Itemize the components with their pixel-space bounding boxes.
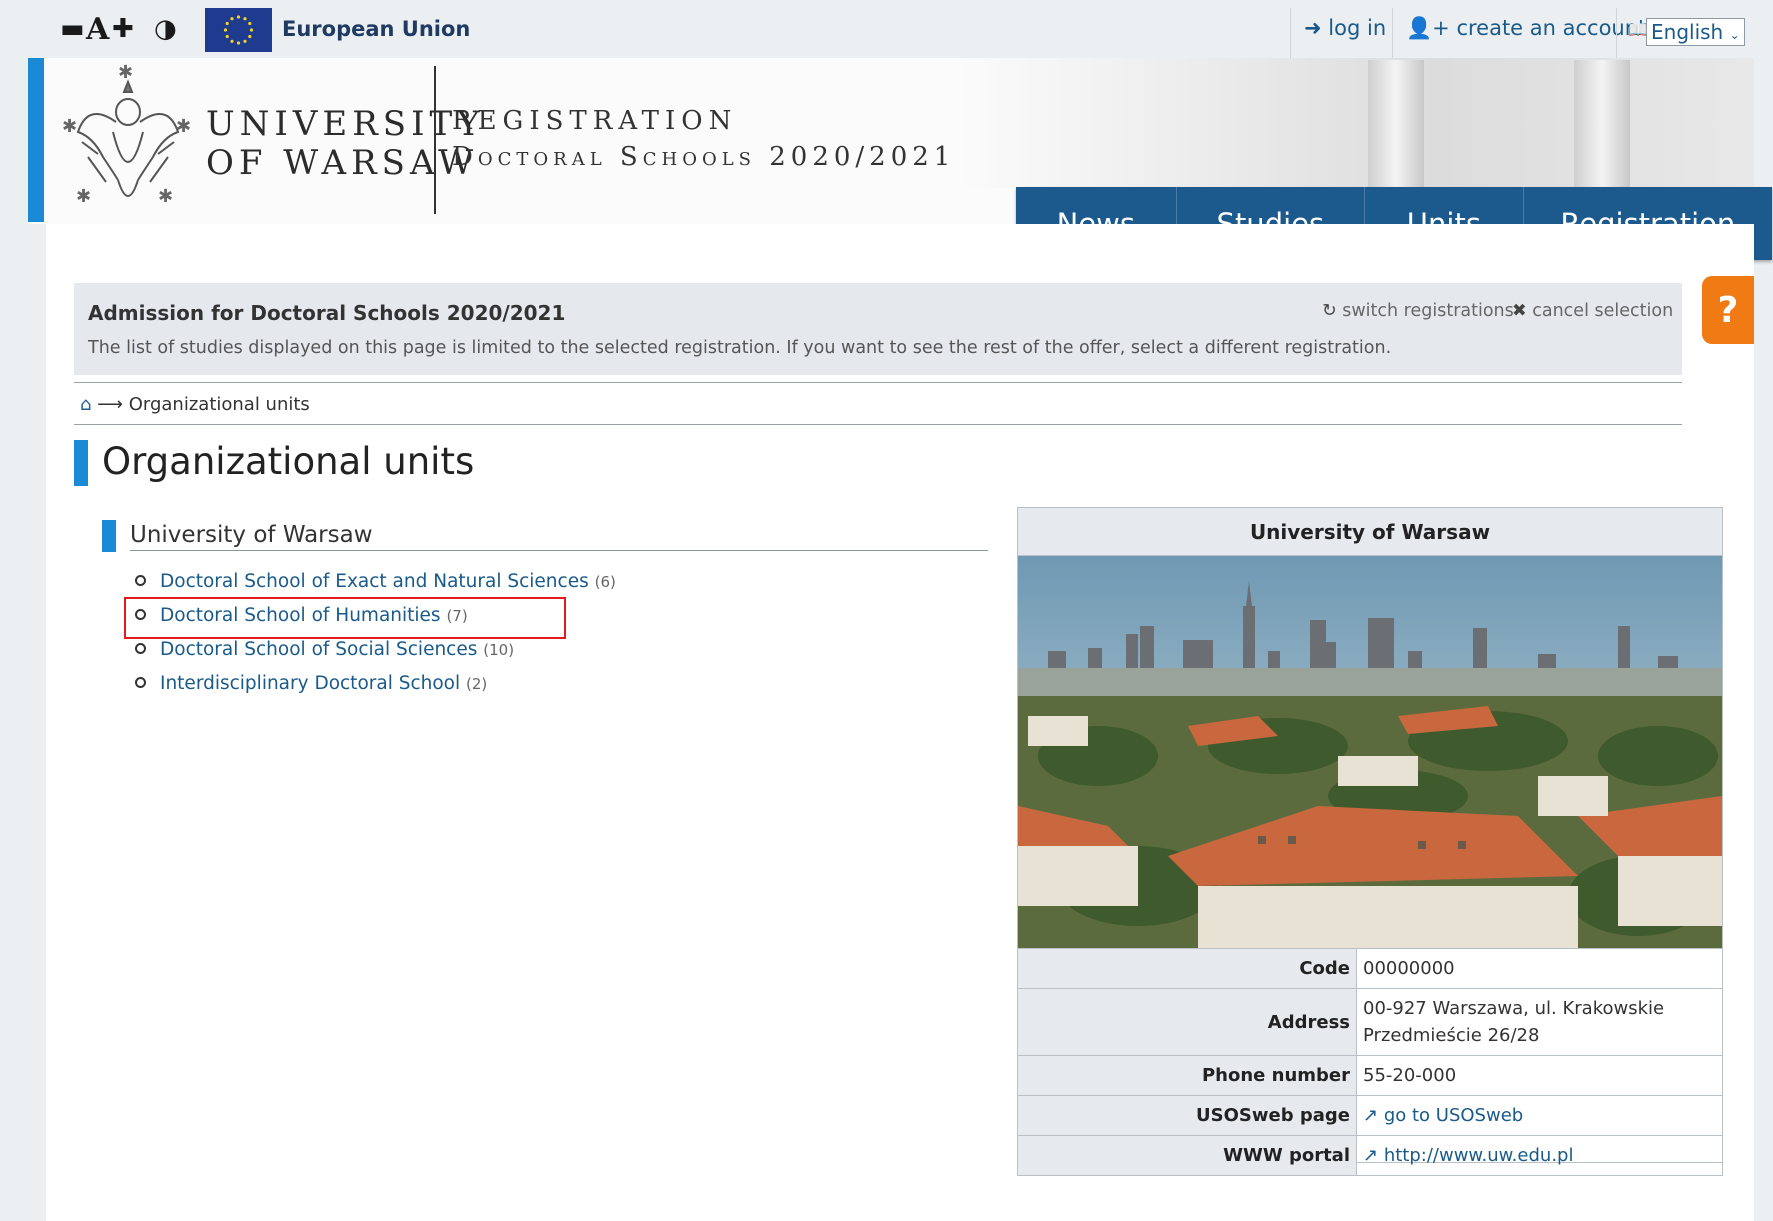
login-icon: ➜ [1304, 16, 1322, 40]
address-value: 00-927 Warszawa, ul. Krakowskie Przedmie… [1356, 988, 1723, 1056]
page-title: Organizational units [102, 440, 475, 483]
divider [74, 382, 1682, 383]
divider [74, 424, 1682, 425]
usosweb-link[interactable]: ↗ go to USOSweb [1363, 1105, 1523, 1126]
notice-text: The list of studies displayed on this pa… [88, 338, 1392, 358]
font-size-icon[interactable]: A [86, 12, 109, 47]
table-row: Phone number 55-20-000 [1017, 1055, 1723, 1096]
table-row: Code 00000000 [1017, 948, 1723, 989]
registration-title: REGISTRATION [452, 106, 738, 136]
divider [1616, 8, 1617, 58]
eu-label: European Union [282, 17, 471, 41]
usosweb-cell: ↗ go to USOSweb [1356, 1095, 1723, 1136]
divider [1392, 8, 1393, 58]
divider [1290, 8, 1291, 58]
www-label: WWW portal [1017, 1135, 1357, 1176]
usosweb-label: USOSweb page [1017, 1095, 1357, 1136]
unit-title: University of Warsaw [130, 522, 373, 548]
divider [130, 550, 988, 551]
notice-title: Admission for Doctoral Schools 2020/2021 [88, 301, 566, 325]
list-item[interactable]: Interdisciplinary Doctoral School (2) [135, 673, 487, 694]
bullet-icon [135, 642, 146, 654]
table-row: WWW portal ↗ http://www.uw.edu.pl [1017, 1135, 1723, 1176]
bullet-icon [135, 676, 146, 688]
table-row: Address 00-927 Warszawa, ul. Krakowskie … [1017, 988, 1723, 1056]
svg-text:✱: ✱ [118, 62, 133, 83]
chevron-down-icon: ⌄ [1729, 28, 1740, 42]
help-button[interactable]: ? [1702, 276, 1754, 344]
svg-text:✱: ✱ [158, 186, 173, 207]
close-icon: ✖ [1512, 301, 1527, 321]
code-label: Code [1017, 948, 1357, 989]
list-item[interactable]: Doctoral School of Exact and Natural Sci… [135, 571, 616, 592]
column-image [1574, 60, 1630, 188]
registration-notice [74, 283, 1682, 375]
switch-registrations-link[interactable]: ↻ switch registrations [1322, 301, 1514, 321]
add-user-icon: 👤+ [1406, 16, 1450, 40]
title-accent-bar [74, 440, 88, 486]
address-label: Address [1017, 988, 1357, 1056]
highlight-box [124, 597, 566, 639]
svg-text:✱: ✱ [76, 186, 91, 207]
www-cell: ↗ http://www.uw.edu.pl [1356, 1135, 1723, 1176]
www-link[interactable]: ↗ http://www.uw.edu.pl [1363, 1145, 1573, 1166]
breadcrumb: ⌂ ⟶ Organizational units [80, 394, 310, 415]
city-photo [1018, 556, 1722, 948]
column-image [1368, 60, 1424, 188]
breadcrumb-current: Organizational units [128, 394, 310, 415]
registration-subtitle: Doctoral Schools 2020/2021 [452, 142, 956, 172]
eu-flag-icon [205, 8, 272, 52]
university-name-line1: UNIVERSITY [206, 104, 485, 144]
external-link-icon: ↗ [1363, 1145, 1379, 1166]
cancel-selection-link[interactable]: ✖ cancel selection [1512, 301, 1673, 321]
language-select[interactable]: English ⌄ [1646, 18, 1745, 46]
external-link-icon: ↗ [1363, 1105, 1379, 1126]
home-icon[interactable]: ⌂ [80, 394, 91, 415]
university-name-line2: OF WARSAW [206, 143, 479, 183]
phone-value: 55-20-000 [1356, 1055, 1723, 1096]
eagle-logo-icon[interactable]: ✱ ✱ ✱ ✱ ✱ [58, 62, 198, 220]
language-icon: 📖 [1628, 20, 1648, 39]
unit-info-table: Code 00000000 Address 00-927 Warszawa, u… [1017, 948, 1723, 1176]
login-link[interactable]: ➜ log in [1304, 16, 1386, 40]
header-building-image [960, 58, 1754, 188]
table-row: USOSweb page ↗ go to USOSweb [1017, 1095, 1723, 1136]
header-divider [434, 66, 436, 214]
svg-text:✱: ✱ [176, 116, 191, 137]
card-title: University of Warsaw [1249, 520, 1491, 544]
phone-label: Phone number [1017, 1055, 1357, 1096]
decrease-font-icon[interactable]: ▬ [60, 14, 85, 44]
bullet-icon [135, 574, 146, 586]
create-account-link[interactable]: 👤+ create an account [1406, 16, 1646, 41]
header-accent-bar [28, 58, 44, 222]
code-value: 00000000 [1356, 948, 1723, 989]
unit-accent-bar [102, 520, 116, 552]
increase-font-icon[interactable]: ✚ [112, 14, 134, 44]
svg-text:✱: ✱ [62, 116, 77, 137]
list-item[interactable]: Doctoral School of Social Sciences (10) [135, 639, 514, 660]
arrow-right-icon: ⟶ [97, 394, 123, 415]
refresh-icon: ↻ [1322, 301, 1337, 321]
contrast-icon[interactable]: ◑ [154, 14, 177, 44]
